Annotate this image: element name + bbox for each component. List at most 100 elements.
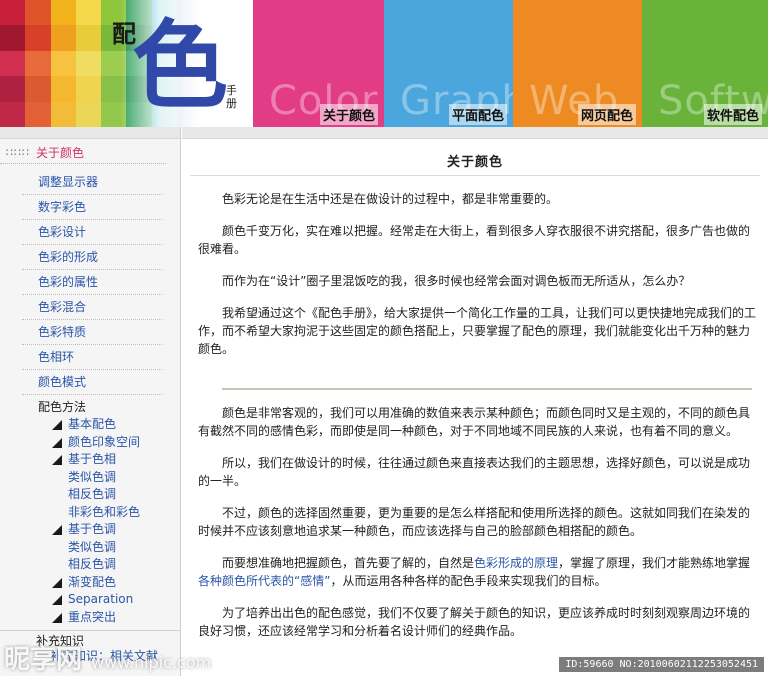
sidebar-subitem-label[interactable]: 相反色调 (68, 487, 116, 501)
main-content: 关于颜色 色彩无论是在生活中还是在做设计的过程中，都是非常重要的。 颜色千变万化… (182, 127, 768, 676)
sidebar-subitem[interactable]: 基于色调 (0, 521, 180, 539)
header-banner: 配 色 手册 Color 关于颜色 Graphic 平面配色 Web 网页配色 … (0, 0, 768, 127)
color-formation-link[interactable]: 色彩形成的原理 (474, 556, 558, 570)
site-logo[interactable]: 配 色 手册 (0, 0, 253, 127)
mosaic-tile (0, 76, 26, 102)
tab-label[interactable]: 网页配色 (577, 104, 636, 125)
mosaic-tile (50, 101, 76, 127)
sidebar-item[interactable]: 色彩的形成 (22, 245, 162, 270)
sidebar-subitem[interactable]: 相反色调 (0, 556, 180, 574)
triangle-bullet-icon (52, 595, 62, 605)
sidebar-subitem[interactable]: 重点突出 (0, 609, 180, 627)
paragraph: 颜色是非常客观的，我们可以用准确的数值来表示某种颜色；而颜色同时又是主观的，不同… (198, 406, 751, 438)
paragraph: 色彩无论是在生活中还是在做设计的过程中，都是非常重要的。 (222, 192, 559, 206)
sidebar-subitem-label[interactable]: 基本配色 (68, 417, 116, 431)
sidebar-menu: 调整显示器 数字彩色 色彩设计 色彩的形成 色彩的属性 色彩混合 色彩特质 色相… (0, 170, 180, 395)
sidebar-subitem-label[interactable]: 非彩色和彩色 (68, 505, 140, 519)
sidebar-item-label[interactable]: 色彩特质 (38, 325, 86, 339)
mosaic-tile (25, 76, 51, 102)
sidebar-section-title: 配色方法 (38, 400, 87, 414)
sidebar-subitem-label[interactable]: 类似色调 (68, 470, 116, 484)
mosaic-tile (75, 76, 102, 102)
main-top-bar (182, 127, 768, 139)
tab-label[interactable]: 软件配色 (703, 104, 762, 125)
mosaic-tile (0, 50, 26, 77)
sidebar-subitem[interactable]: 类似色调 (0, 539, 180, 557)
tab-label[interactable]: 关于颜色 (319, 104, 378, 125)
watermark-id: ID:59660 NO:20100602112253052451 (559, 657, 764, 672)
watermark-brand: 昵享网 (4, 645, 83, 675)
triangle-bullet-icon (52, 437, 62, 448)
sidebar-subitem[interactable]: 相反色调 (0, 486, 180, 504)
sidebar-subitem-label[interactable]: 基于色调 (68, 522, 116, 536)
triangle-bullet-icon (52, 420, 62, 430)
sidebar: ∷∷∷ 关于颜色 调整显示器 数字彩色 色彩设计 色彩的形成 色彩的属性 色彩混… (0, 127, 181, 676)
mosaic-tile (50, 25, 76, 51)
sidebar-current-section[interactable]: ∷∷∷ 关于颜色 (0, 142, 166, 164)
sidebar-item-label[interactable]: 数字彩色 (38, 200, 86, 214)
site-watermark-logo: 昵享网 www.nipic.com (4, 639, 211, 676)
sidebar-item[interactable]: 调整显示器 (22, 170, 162, 195)
mosaic-tile (0, 101, 26, 127)
mosaic-tile (25, 50, 51, 77)
mosaic-tile (50, 0, 76, 26)
sidebar-subitem[interactable]: Separation (0, 591, 180, 609)
sidebar-subitem[interactable]: 非彩色和彩色 (0, 504, 180, 522)
sidebar-item-label[interactable]: 色彩的属性 (38, 275, 98, 289)
mosaic-tile (75, 101, 102, 127)
triangle-bullet-icon (52, 577, 62, 588)
sidebar-item[interactable]: 色相环 (22, 345, 162, 370)
paragraph: 为了培养出出色的配色感觉，我们不仅要了解关于颜色的知识，更应该养成时时刻刻观察周… (198, 606, 751, 638)
para-text: ，掌握了原理，我们才能熟练地掌握 (558, 556, 751, 570)
sidebar-subitem[interactable]: 颜色印象空间 (0, 434, 180, 452)
logo-se-text: 色 (132, 10, 228, 122)
para-text: ，从而运用各种各样的配色手段来实现我们的目标。 (330, 574, 607, 588)
mosaic-tile (50, 50, 76, 77)
sidebar-item[interactable]: 色彩的属性 (22, 270, 162, 295)
sidebar-item[interactable]: 色彩设计 (22, 220, 162, 245)
nav-tab-graphic[interactable]: Graphic 平面配色 (384, 0, 513, 127)
nav-tab-about-color[interactable]: Color 关于颜色 (253, 0, 384, 127)
paragraph: 颜色千变万化，实在难以把握。经常走在大街上，看到很多人穿衣服很不讲究搭配，很多广… (198, 224, 751, 256)
sidebar-subitem-label[interactable]: 相反色调 (68, 557, 116, 571)
title-divider (190, 175, 760, 176)
sidebar-subitem-label[interactable]: Separation (68, 592, 133, 606)
para-text: 而要想准确地把握颜色，首先要了解的，自然是 (222, 556, 475, 570)
triangle-bullet-icon (52, 525, 62, 535)
sidebar-subitem[interactable]: 基于色相 (0, 451, 180, 469)
sidebar-subitem[interactable]: 基本配色 (0, 416, 180, 434)
sidebar-item[interactable]: 色彩特质 (22, 320, 162, 345)
sidebar-item-label[interactable]: 色相环 (38, 350, 74, 364)
mosaic-tile (0, 0, 26, 26)
sidebar-subitem-label[interactable]: 渐变配色 (68, 575, 116, 589)
sidebar-subitem-label[interactable]: 类似色调 (68, 540, 116, 554)
mosaic-tile (0, 25, 26, 51)
sidebar-item[interactable]: 颜色模式 (22, 370, 162, 395)
section-divider (222, 388, 752, 390)
nav-tab-software[interactable]: Software 软件配色 (642, 0, 768, 127)
color-emotion-link[interactable]: 各种颜色所代表的“感情” (198, 574, 330, 588)
sidebar-item-label[interactable]: 颜色模式 (38, 375, 86, 389)
mosaic-tile (25, 101, 51, 127)
mosaic-tile (75, 50, 102, 77)
sidebar-subitem-label[interactable]: 基于色相 (68, 452, 116, 466)
sidebar-subitem[interactable]: 类似色调 (0, 469, 180, 487)
sidebar-subitem[interactable]: 渐变配色 (0, 574, 180, 592)
sidebar-subitem-label[interactable]: 颜色印象空间 (68, 435, 140, 449)
paragraph: 所以，我们在做设计的时候，往往通过颜色来直接表达我们的主题思想，选择好颜色，可以… (198, 456, 751, 488)
nav-tab-web[interactable]: Web 网页配色 (513, 0, 642, 127)
sidebar-item-label[interactable]: 调整显示器 (38, 175, 98, 189)
sidebar-item-label[interactable]: 色彩设计 (38, 225, 86, 239)
sidebar-item[interactable]: 数字彩色 (22, 195, 162, 220)
mosaic-tile (25, 25, 51, 51)
sidebar-item[interactable]: 色彩混合 (22, 295, 162, 320)
sidebar-item-label[interactable]: 色彩的形成 (38, 250, 98, 264)
sidebar-top-bar (0, 127, 180, 139)
sidebar-item-label[interactable]: 色彩混合 (38, 300, 86, 314)
sidebar-subitem-label[interactable]: 重点突出 (68, 610, 116, 624)
triangle-bullet-icon (52, 612, 62, 623)
tab-label[interactable]: 平面配色 (448, 104, 507, 125)
mosaic-tile (25, 0, 51, 26)
page-title: 关于颜色 (446, 155, 503, 170)
paragraph: 而作为在“设计”圈子里混饭吃的我，很多时候也经常会面对调色板而无所适从，怎么办？ (222, 274, 691, 288)
